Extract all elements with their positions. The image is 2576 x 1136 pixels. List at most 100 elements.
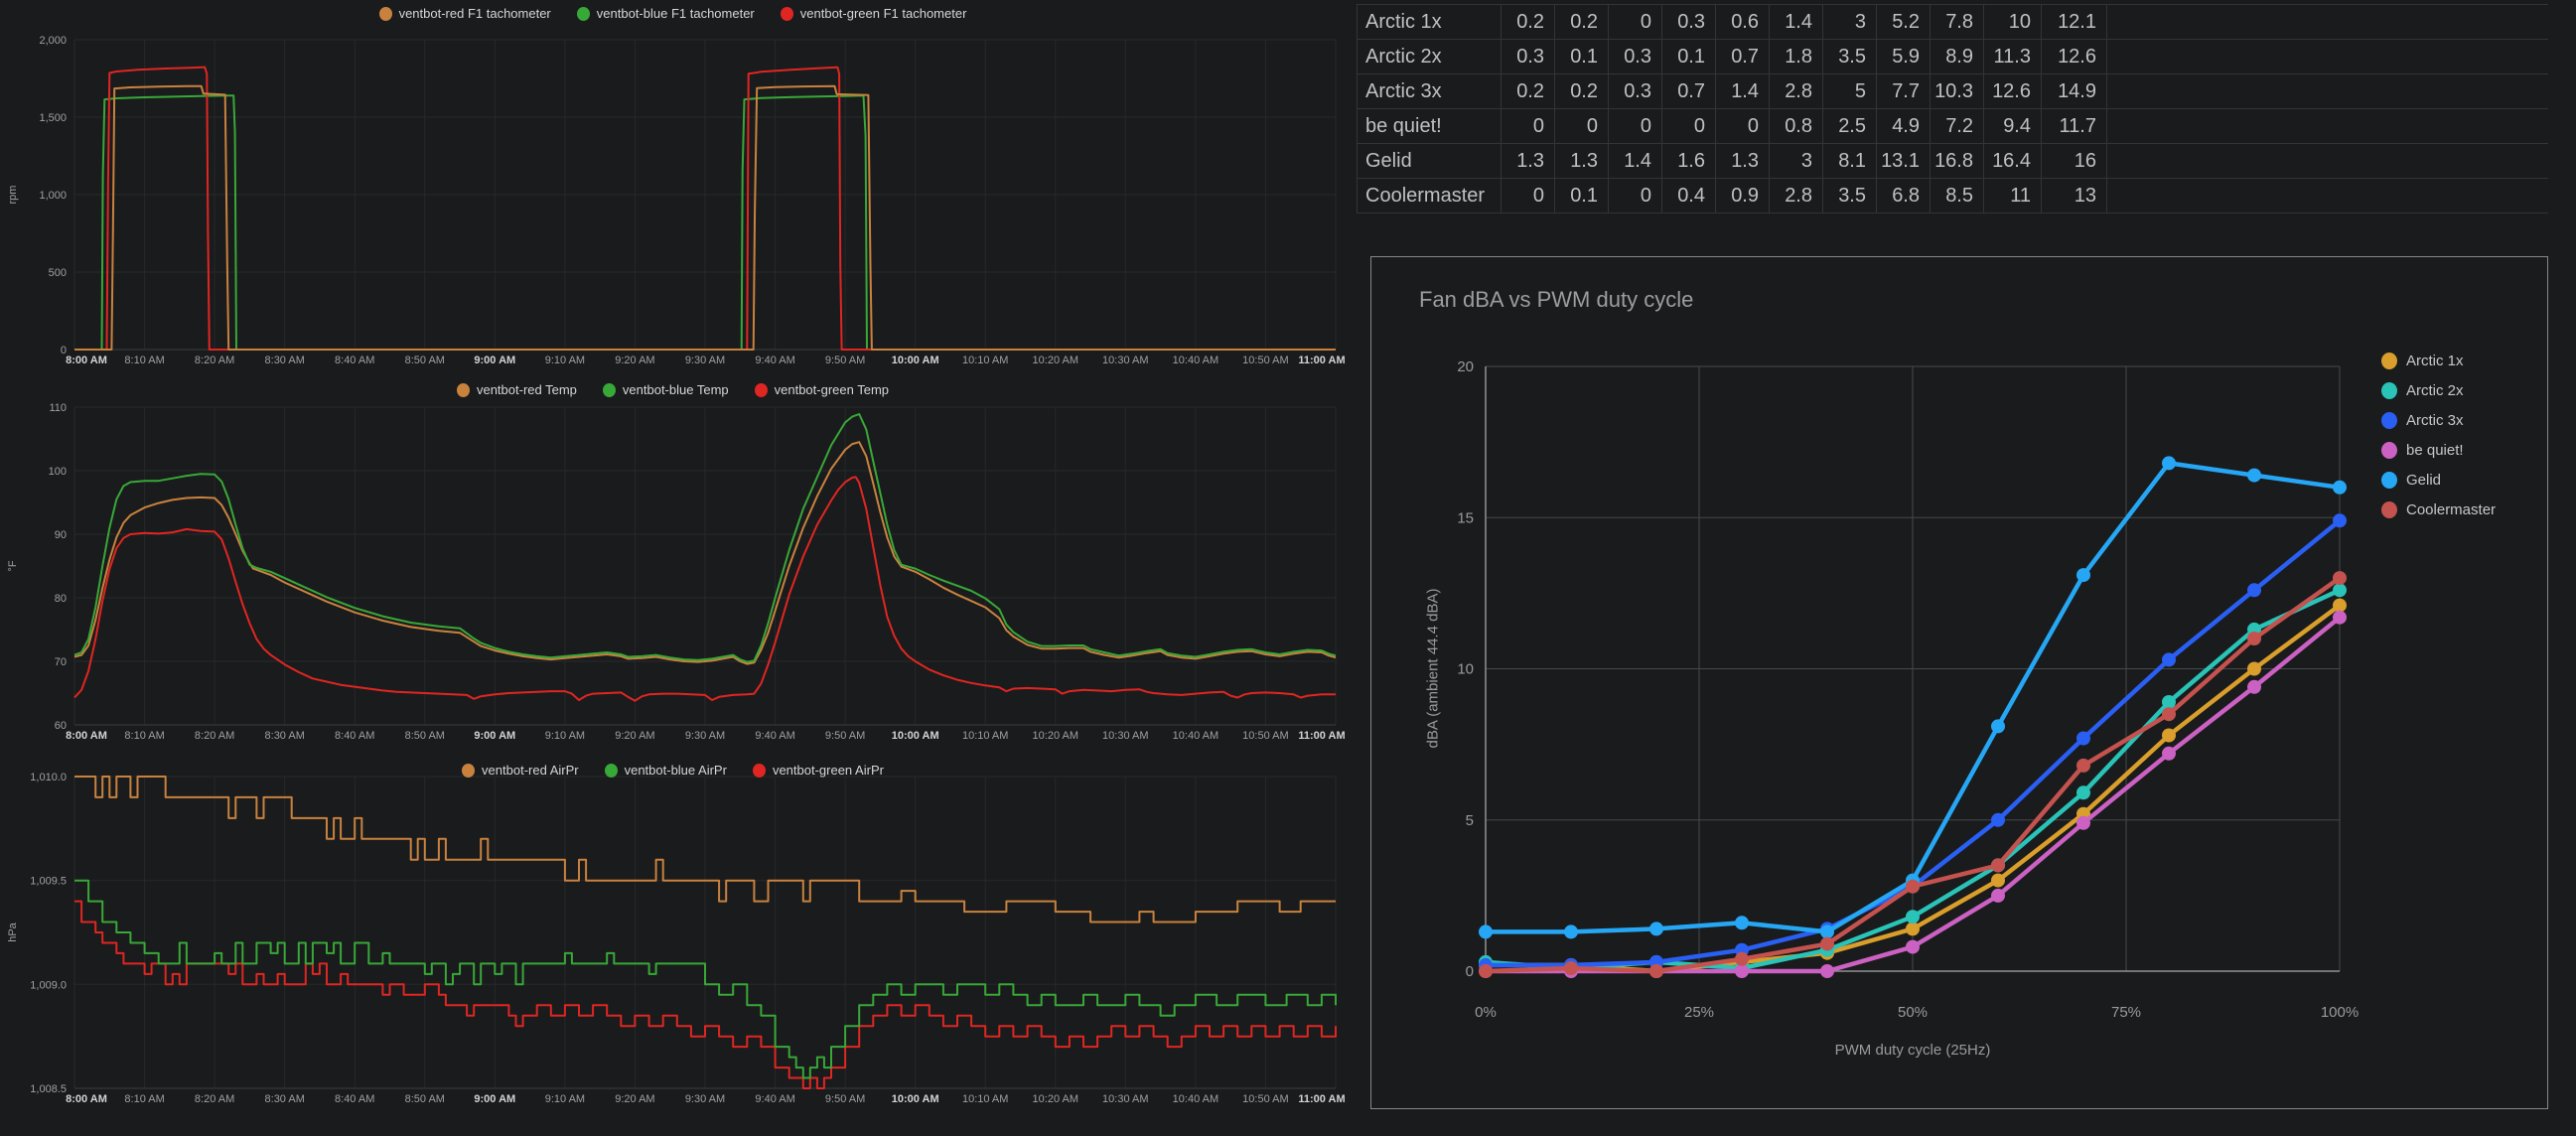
data-point-arctic-1x[interactable] — [1906, 922, 1920, 935]
filler-cell — [2107, 144, 2549, 179]
data-point-gelid[interactable] — [1820, 924, 1834, 938]
data-point-be-quiet-[interactable] — [2076, 816, 2090, 830]
cell-value: 5 — [1823, 74, 1877, 109]
legend-item-ventbot-red-airpr[interactable]: ventbot-red AirPr — [462, 763, 579, 778]
data-point-coolermaster[interactable] — [1735, 952, 1749, 966]
legend-item-arctic-2x[interactable]: Arctic 2x — [2381, 382, 2496, 399]
legend-item-gelid[interactable]: Gelid — [2381, 472, 2496, 489]
data-point-be-quiet-[interactable] — [2162, 747, 2176, 761]
data-point-gelid[interactable] — [2162, 456, 2176, 470]
legend-item-ventbot-red-temp[interactable]: ventbot-red Temp — [457, 382, 577, 397]
x-tick-label: 9:20 AM — [615, 730, 654, 742]
legend-label: ventbot-blue AirPr — [625, 763, 727, 778]
data-point-be-quiet-[interactable] — [1735, 964, 1749, 978]
data-point-arctic-3x[interactable] — [2076, 732, 2090, 746]
cell-value: 6.8 — [1877, 179, 1931, 213]
cell-value: 8.9 — [1931, 40, 1984, 74]
cell-value: 14.9 — [2042, 74, 2107, 109]
row-label: Arctic 1x — [1358, 5, 1502, 40]
x-tick-label: 10:20 AM — [1033, 355, 1078, 366]
legend-item-ventbot-blue-airpr[interactable]: ventbot-blue AirPr — [605, 763, 727, 778]
data-point-be-quiet-[interactable] — [1906, 940, 1920, 954]
x-tick-label: 8:20 AM — [195, 730, 234, 742]
data-point-gelid[interactable] — [1991, 719, 2005, 733]
fan-dba-table: Arctic 1x0.20.200.30.61.435.27.81012.1Ar… — [1357, 4, 2548, 213]
data-point-arctic-3x[interactable] — [1991, 813, 2005, 827]
legend-item-ventbot-green-temp[interactable]: ventbot-green Temp — [755, 382, 889, 397]
data-point-coolermaster[interactable] — [1820, 937, 1834, 951]
data-point-arctic-3x[interactable] — [2162, 652, 2176, 666]
tachometer-chart: 05001,0001,5002,0008:00 AM8:10 AM8:20 AM… — [0, 0, 1346, 378]
legend-color-dot-icon — [2381, 382, 2397, 399]
panel-air-pressure: ventbot-red AirPr ventbot-blue AirPr ventb… — [0, 757, 1346, 1136]
data-point-be-quiet-[interactable] — [1820, 964, 1834, 978]
x-tick-label: 9:20 AM — [615, 1093, 654, 1105]
data-point-coolermaster[interactable] — [2162, 707, 2176, 721]
cell-value: 12.1 — [2042, 5, 2107, 40]
data-point-gelid[interactable] — [1649, 922, 1663, 935]
cell-value: 0 — [1662, 109, 1716, 144]
data-point-gelid[interactable] — [2247, 469, 2261, 483]
data-point-coolermaster[interactable] — [1991, 858, 2005, 872]
legend-item-ventbot-blue-f1-tachometer[interactable]: ventbot-blue F1 tachometer — [577, 6, 755, 21]
y-tick-label: 80 — [55, 593, 67, 605]
data-point-be-quiet-[interactable] — [1991, 889, 2005, 903]
data-point-gelid[interactable] — [2076, 568, 2090, 582]
data-point-arctic-3x[interactable] — [2247, 583, 2261, 597]
data-point-be-quiet-[interactable] — [2247, 680, 2261, 694]
data-point-coolermaster[interactable] — [2247, 632, 2261, 645]
dba-chart: 0%25%50%75%100%05101520 — [1371, 257, 2547, 1108]
table-row: Arctic 1x0.20.200.30.61.435.27.81012.1 — [1358, 5, 2549, 40]
x-tick-label: 11:00 AM — [1298, 355, 1345, 366]
data-point-arctic-1x[interactable] — [1991, 874, 2005, 888]
cell-value: 0.7 — [1662, 74, 1716, 109]
data-point-coolermaster[interactable] — [1906, 880, 1920, 894]
legend-item-be-quiet-[interactable]: be quiet! — [2381, 442, 2496, 459]
data-point-be-quiet-[interactable] — [2333, 611, 2347, 625]
x-tick-label: 10:10 AM — [962, 1093, 1008, 1105]
cell-value: 0.3 — [1609, 40, 1662, 74]
table-row: be quiet!000000.82.54.97.29.411.7 — [1358, 109, 2549, 144]
data-point-gelid[interactable] — [1479, 924, 1493, 938]
data-point-gelid[interactable] — [1735, 916, 1749, 929]
legend-item-coolermaster[interactable]: Coolermaster — [2381, 501, 2496, 518]
data-point-gelid[interactable] — [1564, 924, 1578, 938]
data-point-coolermaster[interactable] — [1564, 961, 1578, 975]
data-point-arctic-3x[interactable] — [2333, 513, 2347, 527]
legend-item-ventbot-red-f1-tachometer[interactable]: ventbot-red F1 tachometer — [379, 6, 551, 21]
legend-item-arctic-3x[interactable]: Arctic 3x — [2381, 412, 2496, 429]
data-point-arctic-1x[interactable] — [2162, 729, 2176, 743]
data-point-arctic-2x[interactable] — [1906, 910, 1920, 923]
data-point-coolermaster[interactable] — [1479, 964, 1493, 978]
legend-label: be quiet! — [2406, 442, 2464, 459]
data-point-arctic-2x[interactable] — [2333, 583, 2347, 597]
legend-label: ventbot-red AirPr — [482, 763, 579, 778]
data-point-coolermaster[interactable] — [2076, 759, 2090, 773]
legend-item-ventbot-blue-temp[interactable]: ventbot-blue Temp — [603, 382, 729, 397]
legend-color-dot-icon — [577, 7, 590, 21]
panel-tachometer: ventbot-red F1 tachometer ventbot-blue F1… — [0, 0, 1346, 378]
cell-value: 16.8 — [1931, 144, 1984, 179]
x-tick-label: 8:30 AM — [265, 1093, 305, 1105]
temperature-legend: ventbot-red Temp ventbot-blue Temp ventbot… — [0, 382, 1346, 397]
cell-value: 2.8 — [1770, 74, 1823, 109]
legend-item-ventbot-green-airpr[interactable]: ventbot-green AirPr — [753, 763, 884, 778]
cell-value: 0.3 — [1662, 5, 1716, 40]
legend-item-ventbot-green-f1-tachometer[interactable]: ventbot-green F1 tachometer — [781, 6, 967, 21]
cell-value: 0.1 — [1662, 40, 1716, 74]
data-point-gelid[interactable] — [2333, 481, 2347, 495]
x-tick-label: 10:20 AM — [1033, 730, 1078, 742]
x-tick-label: 8:30 AM — [265, 355, 305, 366]
cell-value: 0.1 — [1555, 40, 1609, 74]
legend-item-arctic-1x[interactable]: Arctic 1x — [2381, 353, 2496, 369]
data-point-coolermaster[interactable] — [2333, 571, 2347, 585]
data-point-arctic-1x[interactable] — [2333, 599, 2347, 613]
data-point-arctic-1x[interactable] — [2247, 662, 2261, 676]
data-point-arctic-2x[interactable] — [2076, 785, 2090, 799]
x-tick-label: 10:00 AM — [892, 730, 939, 742]
legend-color-dot-icon — [781, 7, 793, 21]
cell-value: 8.5 — [1931, 179, 1984, 213]
cell-value: 1.3 — [1716, 144, 1770, 179]
data-point-coolermaster[interactable] — [1649, 964, 1663, 978]
cell-value: 13.1 — [1877, 144, 1931, 179]
